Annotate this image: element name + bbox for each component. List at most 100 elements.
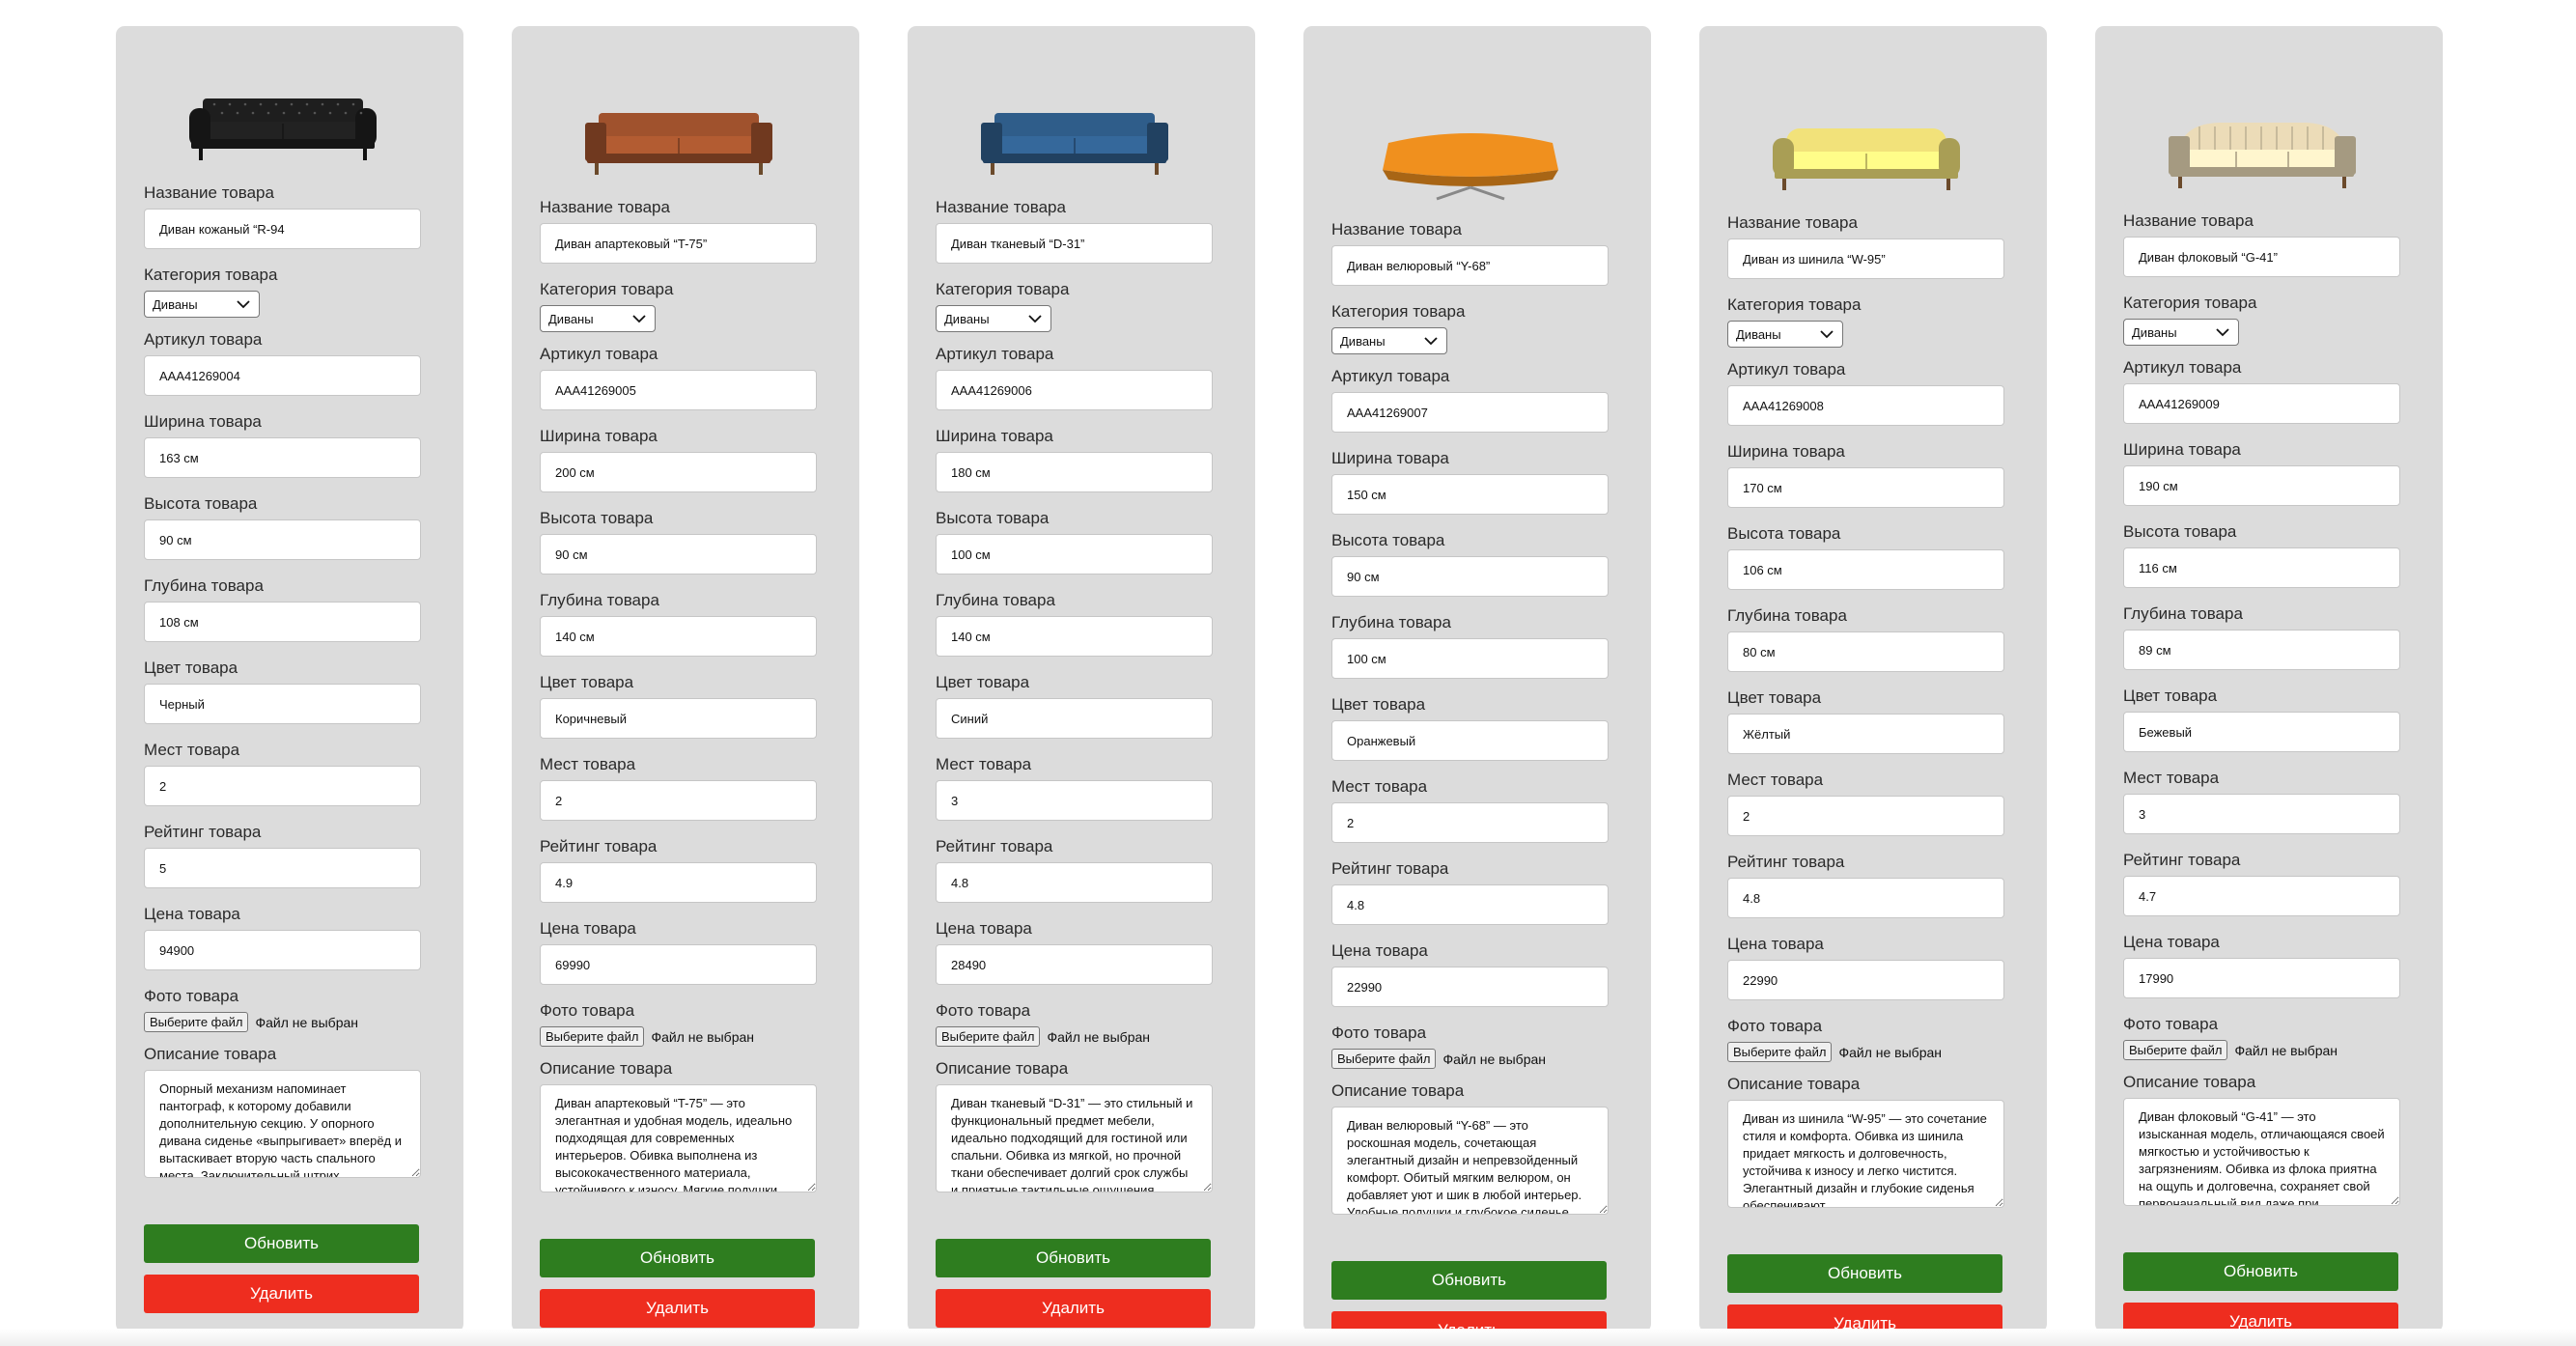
product-card: Название товара Категория товара Диваны … [1303, 26, 1651, 1346]
update-button[interactable]: Обновить [540, 1239, 815, 1277]
name-input[interactable] [936, 223, 1213, 264]
product-image [1331, 98, 1609, 203]
depth-input[interactable] [540, 616, 817, 657]
color-label: Цвет товара [936, 673, 1030, 691]
height-input[interactable] [540, 534, 817, 575]
description-textarea[interactable]: Диван из шинила “W-95” — это сочетание с… [1727, 1100, 2004, 1208]
category-select[interactable]: Диваны [1331, 327, 1447, 354]
choose-file-button[interactable]: Выберите файл [1727, 1042, 1833, 1062]
delete-button[interactable]: Удалить [144, 1275, 419, 1313]
color-input[interactable] [1331, 720, 1609, 761]
update-button[interactable]: Обновить [144, 1224, 419, 1263]
category-select[interactable]: Диваны [2123, 319, 2239, 346]
description-textarea[interactable]: Диван велюровый “Y-68” — это роскошная м… [1331, 1107, 1609, 1215]
color-label: Цвет товара [1727, 688, 1822, 707]
name-input[interactable] [1727, 238, 2004, 279]
category-select[interactable]: Диваны [540, 305, 656, 332]
sku-input[interactable] [1727, 385, 2004, 426]
price-label: Цена товара [936, 919, 1032, 938]
price-input[interactable] [2123, 958, 2400, 998]
update-button[interactable]: Обновить [936, 1239, 1211, 1277]
color-input[interactable] [540, 698, 817, 739]
update-button[interactable]: Обновить [1727, 1254, 2002, 1293]
depth-input[interactable] [1727, 631, 2004, 672]
sofa-icon [188, 98, 377, 160]
height-label: Высота товара [936, 509, 1050, 527]
rating-input[interactable] [540, 862, 817, 903]
category-label: Категория товара [1331, 302, 1466, 321]
update-button[interactable]: Обновить [2123, 1252, 2398, 1291]
height-label: Высота товара [144, 494, 258, 513]
category-label: Категория товара [540, 280, 674, 298]
color-input[interactable] [144, 684, 421, 724]
height-input[interactable] [936, 534, 1213, 575]
sku-input[interactable] [144, 355, 421, 396]
update-button[interactable]: Обновить [1331, 1261, 1607, 1300]
product-image [540, 84, 817, 181]
price-input[interactable] [1727, 960, 2004, 1000]
category-select[interactable]: Диваны [936, 305, 1051, 332]
choose-file-button[interactable]: Выберите файл [1331, 1049, 1437, 1069]
color-input[interactable] [1727, 714, 2004, 754]
choose-file-button[interactable]: Выберите файл [144, 1012, 249, 1032]
depth-input[interactable] [1331, 638, 1609, 679]
choose-file-button[interactable]: Выберите файл [540, 1026, 645, 1047]
name-input[interactable] [144, 209, 421, 249]
width-input[interactable] [540, 452, 817, 492]
depth-input[interactable] [144, 602, 421, 642]
name-input[interactable] [2123, 237, 2400, 277]
depth-input[interactable] [936, 616, 1213, 657]
height-input[interactable] [144, 519, 421, 560]
price-label: Цена товара [2123, 933, 2220, 951]
description-textarea[interactable]: Диван флоковый “G-41” — это изысканная м… [2123, 1098, 2400, 1206]
width-input[interactable] [2123, 465, 2400, 506]
seats-input[interactable] [1331, 802, 1609, 843]
seats-input[interactable] [540, 780, 817, 821]
seats-input[interactable] [2123, 794, 2400, 834]
rating-label: Рейтинг товара [1727, 853, 1845, 871]
depth-input[interactable] [2123, 630, 2400, 670]
width-input[interactable] [936, 452, 1213, 492]
price-input[interactable] [1331, 967, 1609, 1007]
sku-input[interactable] [2123, 383, 2400, 424]
choose-file-button[interactable]: Выберите файл [2123, 1040, 2228, 1060]
delete-button[interactable]: Удалить [540, 1289, 815, 1328]
photo-label: Фото товара [144, 987, 239, 1005]
seats-input[interactable] [1727, 796, 2004, 836]
price-input[interactable] [144, 930, 421, 970]
name-label: Название товара [936, 198, 1066, 216]
sku-input[interactable] [540, 370, 817, 410]
description-textarea[interactable]: Диван тканевый “D-31” — это стильный и ф… [936, 1084, 1213, 1192]
price-input[interactable] [540, 944, 817, 985]
description-label: Описание товара [1727, 1075, 1861, 1093]
choose-file-button[interactable]: Выберите файл [936, 1026, 1041, 1047]
rating-input[interactable] [2123, 876, 2400, 916]
name-input[interactable] [540, 223, 817, 264]
delete-button[interactable]: Удалить [936, 1289, 1211, 1328]
name-input[interactable] [1331, 245, 1609, 286]
category-select[interactable]: Диваны [1727, 321, 1843, 348]
category-select[interactable]: Диваны [144, 291, 260, 318]
photo-file-picker: Выберите файл Файл не выбран [1727, 1042, 2004, 1062]
description-label: Описание товара [540, 1059, 673, 1078]
seats-input[interactable] [144, 766, 421, 806]
width-input[interactable] [1727, 467, 2004, 508]
width-input[interactable] [1331, 474, 1609, 515]
description-textarea[interactable]: Диван апартековый “T-75” — это элегантна… [540, 1084, 817, 1192]
color-input[interactable] [2123, 712, 2400, 752]
sku-label: Артикул товара [2123, 358, 2242, 377]
height-input[interactable] [2123, 547, 2400, 588]
height-input[interactable] [1727, 549, 2004, 590]
sku-input[interactable] [1331, 392, 1609, 433]
rating-input[interactable] [1331, 884, 1609, 925]
rating-input[interactable] [144, 848, 421, 888]
rating-input[interactable] [936, 862, 1213, 903]
price-input[interactable] [936, 944, 1213, 985]
color-input[interactable] [936, 698, 1213, 739]
seats-input[interactable] [936, 780, 1213, 821]
height-input[interactable] [1331, 556, 1609, 597]
rating-input[interactable] [1727, 878, 2004, 918]
description-textarea[interactable]: Опорный механизм напоминает пантограф, к… [144, 1070, 421, 1178]
sku-input[interactable] [936, 370, 1213, 410]
width-input[interactable] [144, 437, 421, 478]
